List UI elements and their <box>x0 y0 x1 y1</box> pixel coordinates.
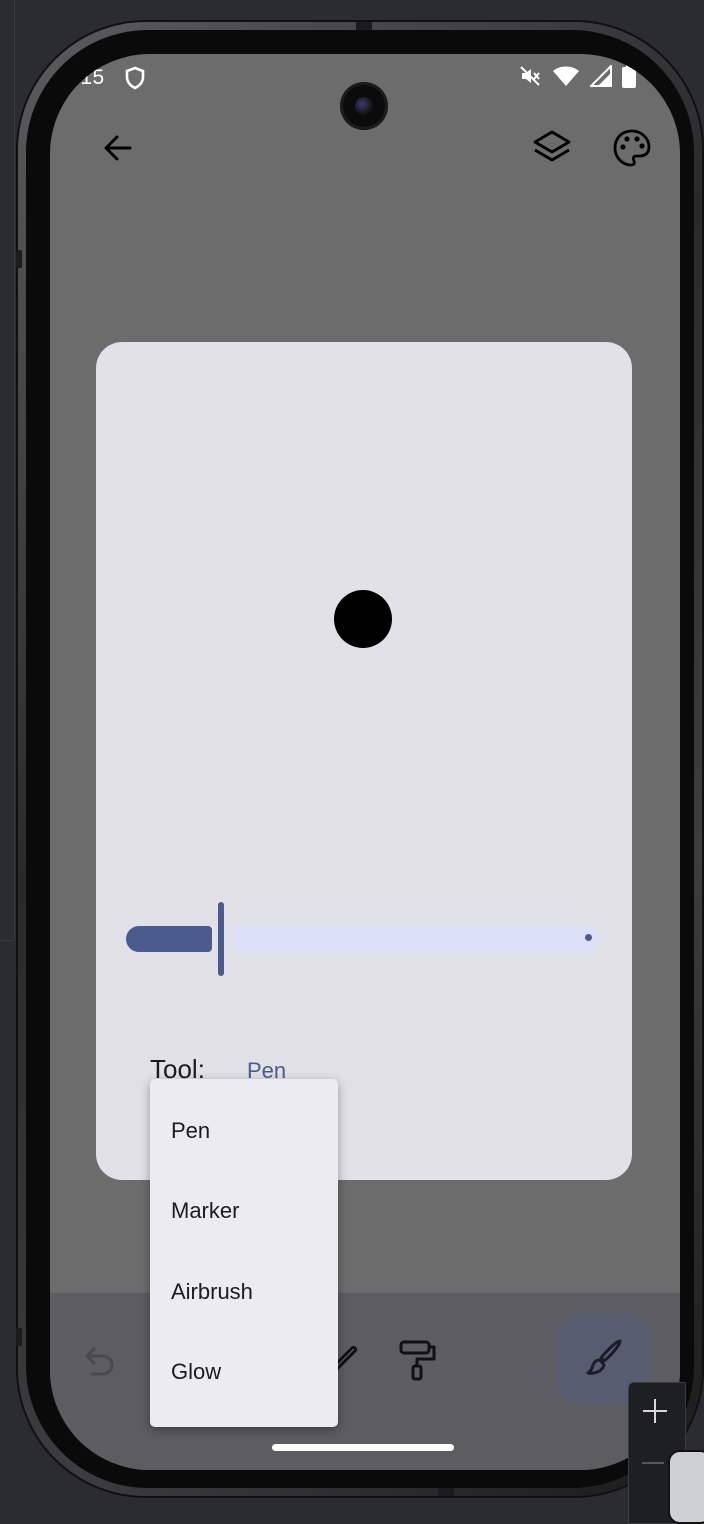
layers-button[interactable] <box>526 124 578 176</box>
wifi-icon <box>552 65 580 92</box>
brush-icon <box>583 1336 625 1383</box>
slider-thumb[interactable] <box>218 902 224 976</box>
front-camera <box>340 82 388 130</box>
mute-icon <box>518 64 542 93</box>
device-thumbnail[interactable] <box>668 1450 704 1524</box>
status-time: .15 <box>74 66 105 89</box>
battery-icon <box>622 64 636 93</box>
back-button[interactable] <box>92 124 144 176</box>
undo-icon <box>80 1343 116 1384</box>
brush-preview-dot <box>334 590 392 648</box>
slider-stop-indicator <box>585 934 592 941</box>
palette-button[interactable] <box>606 124 658 176</box>
menu-item-airbrush[interactable]: Airbrush <box>150 1252 338 1332</box>
desktop-backdrop <box>0 0 15 940</box>
arrow-left-icon <box>101 131 135 170</box>
desktop-divider <box>0 940 14 941</box>
menu-item-marker[interactable]: Marker <box>150 1171 338 1251</box>
brush-settings-dialog: Tool: Pen <box>96 342 632 1180</box>
phone-screen: .15 Tool: Pen <box>50 54 680 1470</box>
plus-icon <box>640 1399 670 1430</box>
slider-inactive-track <box>233 926 600 952</box>
slider-active-track <box>126 926 212 952</box>
zoom-in-button[interactable] <box>640 1396 670 1426</box>
palette-icon <box>612 128 652 173</box>
paint-roller-button[interactable] <box>392 1336 444 1388</box>
status-icons <box>518 63 636 93</box>
gesture-nav-handle[interactable] <box>272 1444 454 1451</box>
zoom-out-button[interactable] <box>642 1462 664 1464</box>
shield-icon <box>124 66 146 95</box>
cell-signal-icon <box>588 63 612 92</box>
paint-roller-icon <box>398 1339 438 1386</box>
phone-side-button <box>16 1328 22 1346</box>
layers-icon <box>532 128 572 173</box>
undo-button[interactable] <box>72 1337 124 1389</box>
menu-item-pen[interactable]: Pen <box>150 1091 338 1171</box>
phone-side-button <box>16 250 22 268</box>
menu-item-glow[interactable]: Glow <box>150 1332 338 1412</box>
tool-dropdown-menu: Pen Marker Airbrush Glow <box>150 1079 338 1427</box>
